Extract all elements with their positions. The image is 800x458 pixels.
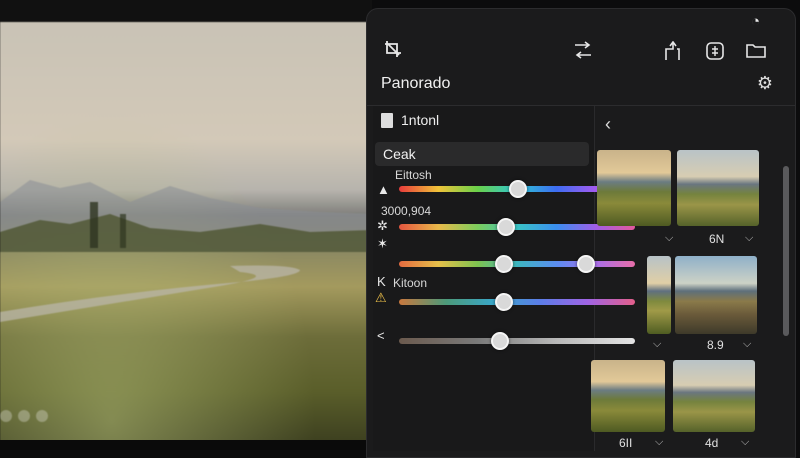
warning-icon: ⚠ <box>375 290 387 305</box>
section-header[interactable]: 1ntonl <box>381 112 439 128</box>
window-top-bar <box>0 0 372 24</box>
edit-panel: ◔ Panorado ⚙ 1ntonl Ceak Eittosh ▲ 3000,… <box>366 8 796 458</box>
preset-thumbnails: ‹ 6N ⌵ ⌵ 8.9 ⌵ ⌵ 6II ⌵ 4d ⌵ <box>591 106 793 451</box>
back-chevron-icon[interactable]: ‹ <box>605 114 611 135</box>
mountain-silhouette <box>0 180 372 252</box>
thumbnail-2[interactable] <box>677 150 759 226</box>
folder-icon[interactable] <box>745 41 767 64</box>
slider-1-label: Eittosh <box>395 168 432 182</box>
thumbnail-1[interactable] <box>597 150 671 226</box>
thumbnail-scrollbar[interactable] <box>783 166 789 336</box>
thumbnail-4[interactable] <box>675 256 757 334</box>
slider-1-knob[interactable] <box>509 180 527 198</box>
document-icon <box>381 112 393 128</box>
road-curve <box>0 265 300 322</box>
slider-4-knob[interactable] <box>495 293 513 311</box>
thumbnail-4-caption: 8.9 <box>707 338 724 352</box>
thumbnail-4-chevron-icon[interactable]: ⌵ <box>743 338 751 351</box>
slider-2-label: 3000,904 <box>381 204 432 218</box>
thumbnail-2-caption: 6N <box>709 232 725 246</box>
photo-preview <box>0 22 372 442</box>
slider-2-icon: ✲ <box>377 218 388 233</box>
thumbnail-6[interactable] <box>673 360 755 432</box>
gallery-icon[interactable] <box>705 41 725 66</box>
thumbnail-6-chevron-icon[interactable]: ⌵ <box>741 436 749 449</box>
thumbnail-5[interactable] <box>591 360 665 432</box>
export-icon[interactable] <box>663 40 681 66</box>
thumbnail-3[interactable] <box>647 256 671 334</box>
adjustment-controls: 1ntonl Ceak Eittosh ▲ 3000,904 ✲ ✶ K Kit… <box>373 106 635 451</box>
photo-dots <box>0 410 48 422</box>
thumbnail-1-chevron-icon[interactable]: ⌵ <box>665 232 673 245</box>
timer-icon[interactable]: ◔ <box>751 13 760 30</box>
slider-3-knob-a[interactable] <box>495 255 513 273</box>
window-bottom-bar <box>0 440 372 450</box>
thumbnail-2-chevron-icon[interactable]: ⌵ <box>745 232 753 245</box>
thumbnail-5-chevron-icon[interactable]: ⌵ <box>655 436 663 449</box>
thumbnail-6-caption: 4d <box>705 436 719 450</box>
slider-4-icon: K <box>377 274 386 289</box>
thumbnail-5-caption: 6II <box>619 436 633 450</box>
slider-4-label: Kitoon <box>393 276 428 290</box>
slider-3-icon: ✶ <box>377 236 388 251</box>
slider-3-knob-b[interactable] <box>577 255 595 273</box>
slider-1-icon: ▲ <box>377 182 390 197</box>
selected-adjustment[interactable]: Ceak <box>375 142 589 166</box>
slider-2-knob[interactable] <box>497 218 515 236</box>
crop-tool-icon[interactable] <box>383 39 403 64</box>
thumbnail-3-chevron-icon[interactable]: ⌵ <box>653 338 661 351</box>
panel-title: Panorado <box>381 75 451 92</box>
slider-5-icon: < <box>377 328 385 343</box>
transform-icon[interactable] <box>573 41 593 64</box>
panel-toolbar: ◔ <box>367 9 795 69</box>
settings-gear-icon[interactable]: ⚙ <box>757 73 773 94</box>
section-label: 1ntonl <box>401 112 440 128</box>
slider-5-knob[interactable] <box>491 332 509 350</box>
